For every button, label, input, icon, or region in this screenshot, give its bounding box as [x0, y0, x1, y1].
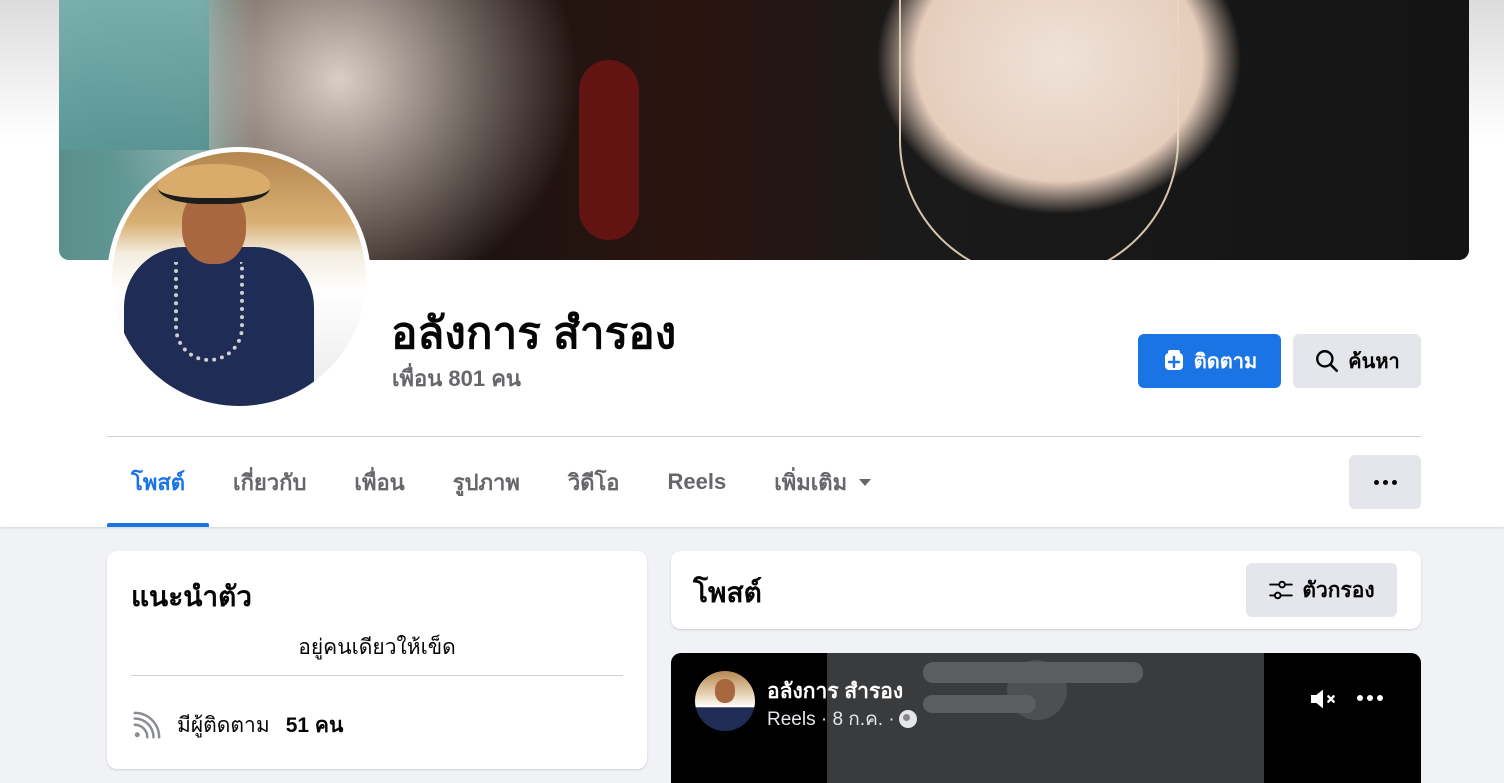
mute-button[interactable] — [1307, 683, 1339, 720]
filter-sliders-icon — [1269, 580, 1294, 600]
more-icon — [1373, 479, 1379, 485]
mute-icon — [1311, 689, 1335, 709]
follow-label: ติดตาม — [1193, 351, 1258, 373]
chevron-down-icon — [859, 478, 872, 486]
rss-icon — [133, 711, 161, 738]
tab-reels[interactable]: Reels — [644, 437, 751, 527]
friends-count[interactable]: เพื่อน 801 คน — [392, 361, 521, 396]
profile-tabs: โพสต์ เกี่ยวกับ เพื่อน รูปภาพ วิดีโอ Ree… — [107, 437, 895, 527]
tab-friends[interactable]: เพื่อน — [330, 437, 428, 527]
tab-about[interactable]: เกี่ยวกับ — [209, 437, 330, 527]
tab-videos[interactable]: วิดีโอ — [544, 437, 644, 527]
posts-header-card: โพสต์ ตัวกรอง — [671, 551, 1421, 629]
posts-title: โพสต์ — [693, 577, 762, 608]
profile-picture[interactable] — [107, 147, 371, 411]
followers-info[interactable]: มีผู้ติดตาม 51 คน — [131, 709, 343, 742]
reel-more-button[interactable] — [1357, 695, 1383, 701]
tab-posts[interactable]: โพสต์ — [107, 437, 210, 527]
search-icon — [1316, 350, 1339, 373]
loading-skeleton — [923, 695, 1036, 713]
tab-photos[interactable]: รูปภาพ — [429, 437, 544, 527]
intro-title: แนะนำตัว — [131, 581, 252, 612]
search-button[interactable]: ค้นหา — [1293, 334, 1421, 388]
intro-card: แนะนำตัว อยู่คนเดียวให้เข็ด มีผู้ติดตาม … — [107, 551, 647, 769]
more-icon — [1357, 695, 1363, 701]
more-options-button[interactable] — [1349, 455, 1421, 509]
profile-header: อลังการ สำรอง เพื่อน 801 คน ติดตาม ค้นหา… — [0, 0, 1504, 527]
reel-meta: Reels · 8 ก.ค. · — [767, 704, 917, 734]
intro-divider — [131, 675, 623, 676]
follow-button[interactable]: ติดตาม — [1138, 334, 1281, 388]
loading-skeleton — [923, 662, 1143, 683]
profile-name: อลังการ สำรอง — [391, 309, 677, 358]
reel-meta-text: Reels · 8 ก.ค. · — [767, 709, 895, 730]
search-label: ค้นหา — [1348, 351, 1400, 373]
followers-count: 51 คน — [285, 714, 344, 737]
globe-icon — [898, 710, 917, 728]
tab-more[interactable]: เพิ่มเติม — [750, 437, 895, 527]
intro-bio: อยู่คนเดียวให้เข็ด — [298, 636, 456, 659]
filter-button[interactable]: ตัวกรอง — [1246, 563, 1397, 617]
reel-post[interactable]: อลังการ สำรอง Reels · 8 ก.ค. · — [671, 653, 1421, 783]
follow-plus-icon — [1164, 350, 1183, 370]
avatar[interactable] — [695, 671, 755, 731]
avatar — [112, 152, 366, 406]
followers-prefix: มีผู้ติดตาม — [177, 714, 270, 737]
filter-label: ตัวกรอง — [1302, 578, 1375, 602]
